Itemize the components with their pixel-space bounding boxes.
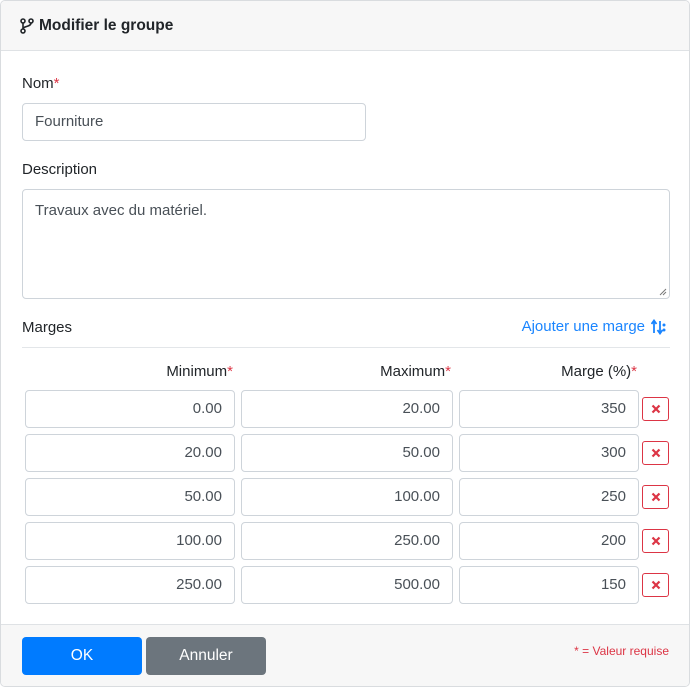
maximum-input[interactable]: 250.00 — [241, 522, 453, 560]
column-marge-label: Marge (%) — [561, 363, 632, 380]
marges-divider — [22, 347, 670, 348]
nom-label-text: Nom — [22, 75, 54, 92]
delete-row-button[interactable] — [642, 441, 669, 465]
cancel-button[interactable]: Annuler — [146, 637, 266, 675]
marge-input[interactable]: 150 — [459, 566, 639, 604]
delete-row-button[interactable] — [642, 573, 669, 597]
description-text: Travaux avec du matériel. — [35, 202, 208, 219]
column-header-maximum: Maximum* — [380, 363, 451, 380]
required-mark: * — [445, 363, 451, 380]
add-marge-label: Ajouter une marge — [521, 318, 645, 335]
delete-row-button[interactable] — [642, 485, 669, 509]
marge-row: 20.00 50.00 300 — [1, 434, 689, 472]
marge-row: 250.00 500.00 150 — [1, 566, 689, 604]
edit-group-dialog: Modifier le groupe Nom* Fourniture Descr… — [0, 0, 690, 687]
required-note: * = Valeur requise — [574, 644, 669, 658]
delete-row-button[interactable] — [642, 529, 669, 553]
minimum-input[interactable]: 50.00 — [25, 478, 235, 516]
marge-input[interactable]: 200 — [459, 522, 639, 560]
close-icon — [651, 448, 660, 458]
marge-row: 50.00 100.00 250 — [1, 478, 689, 516]
delete-row-button[interactable] — [642, 397, 669, 421]
maximum-input[interactable]: 20.00 — [241, 390, 453, 428]
minimum-input[interactable]: 250.00 — [25, 566, 235, 604]
maximum-input[interactable]: 50.00 — [241, 434, 453, 472]
column-minimum-label: Minimum — [166, 363, 228, 380]
sort-arrows-icon — [651, 318, 666, 335]
minimum-input[interactable]: 0.00 — [25, 390, 235, 428]
close-icon — [651, 404, 660, 414]
description-textarea[interactable]: Travaux avec du matériel. — [22, 189, 670, 299]
required-mark: * — [53, 75, 60, 92]
code-branch-icon — [20, 18, 34, 34]
nom-input[interactable]: Fourniture — [22, 103, 366, 141]
marge-input[interactable]: 250 — [459, 478, 639, 516]
required-mark: * — [631, 363, 637, 380]
resize-grip-icon[interactable] — [659, 288, 667, 296]
description-label: Description — [22, 161, 98, 178]
marge-input[interactable]: 350 — [459, 390, 639, 428]
marge-row: 0.00 20.00 350 — [1, 390, 689, 428]
column-header-minimum: Minimum* — [166, 363, 233, 380]
nom-label: Nom* — [22, 75, 60, 92]
dialog-footer: OK Annuler * = Valeur requise — [1, 624, 689, 686]
marge-row: 100.00 250.00 200 — [1, 522, 689, 560]
ok-button[interactable]: OK — [22, 637, 142, 675]
minimum-input[interactable]: 20.00 — [25, 434, 235, 472]
close-icon — [651, 536, 660, 546]
column-header-marge: Marge (%)* — [561, 363, 637, 380]
column-maximum-label: Maximum — [380, 363, 446, 380]
close-icon — [651, 492, 660, 502]
marges-label: Marges — [22, 319, 73, 336]
marge-input[interactable]: 300 — [459, 434, 639, 472]
add-marge-link[interactable]: Ajouter une marge — [522, 318, 666, 335]
minimum-input[interactable]: 100.00 — [25, 522, 235, 560]
dialog-header: Modifier le groupe — [1, 1, 689, 51]
maximum-input[interactable]: 500.00 — [241, 566, 453, 604]
maximum-input[interactable]: 100.00 — [241, 478, 453, 516]
required-mark: * — [227, 363, 233, 380]
close-icon — [651, 580, 660, 590]
dialog-title: Modifier le groupe — [39, 17, 174, 34]
